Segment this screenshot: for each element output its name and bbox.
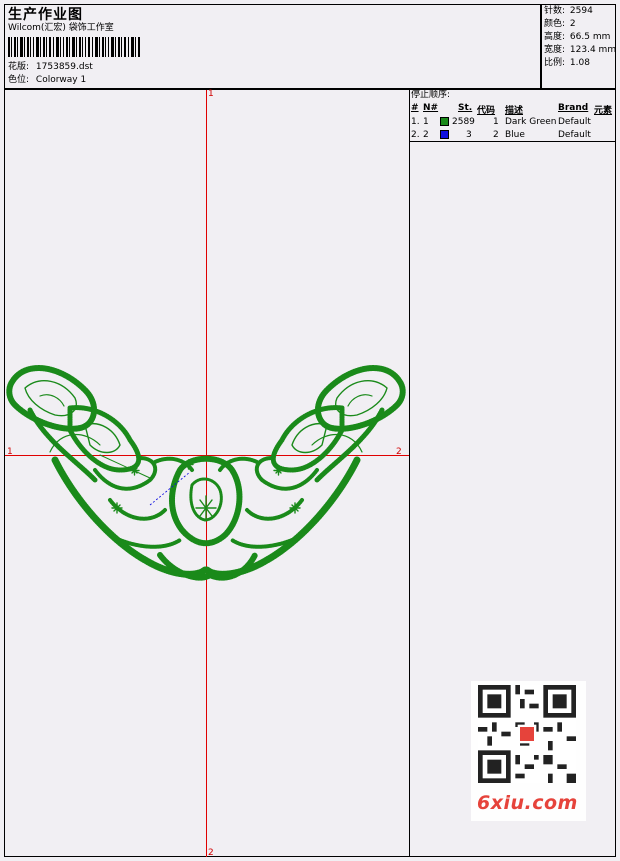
qr-code-image <box>478 685 576 783</box>
left-wing-motif <box>6 365 209 578</box>
watermark-site-text: 6xiu.com <box>477 792 578 814</box>
right-wing-motif <box>203 365 406 578</box>
center-rose-motif <box>157 455 258 581</box>
